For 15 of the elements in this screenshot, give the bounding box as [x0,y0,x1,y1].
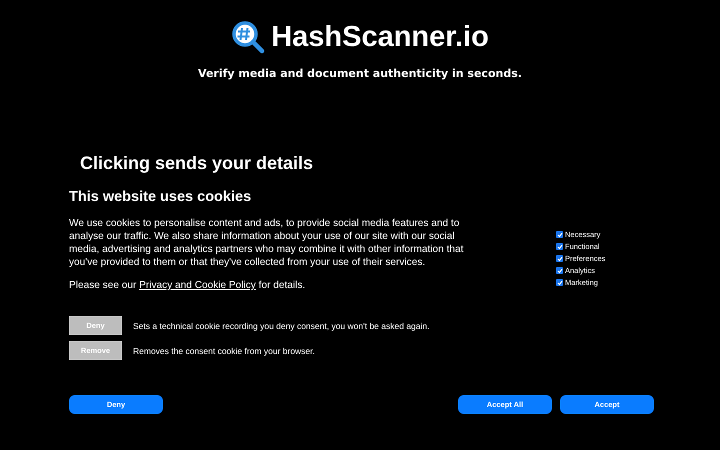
checkbox[interactable] [556,255,563,262]
checkbox[interactable] [556,267,563,274]
brand-name: HashScanner.io [271,20,489,54]
dialog-title: This website uses cookies [69,189,252,205]
tagline: Verify media and document authenticity in seconds. [198,67,522,80]
policy-link[interactable]: Privacy and Cookie Policy [139,280,256,291]
action-description: Sets a technical cookie recording you deny consent, you won't be asked again. [133,320,430,330]
checkbox[interactable] [556,243,563,250]
action-description: Removes the consent cookie from your browser. [133,346,315,356]
checkbox[interactable] [556,279,563,286]
heading: Clicking sends your details [80,153,314,174]
magnifier-hash-icon [231,20,266,54]
policy-text: Please see our Privacy and Cookie Policy for details. [69,279,306,292]
cookie-description: We use cookies to personalise content and ads, to provide social media features and to analyse our traffic. We also share information about your use of our site with our social media, advertising and analytics partners who may combine it with other information that you've provided to them or that they've collected from your use of their services. [69,217,464,269]
checkbox[interactable] [556,231,563,238]
